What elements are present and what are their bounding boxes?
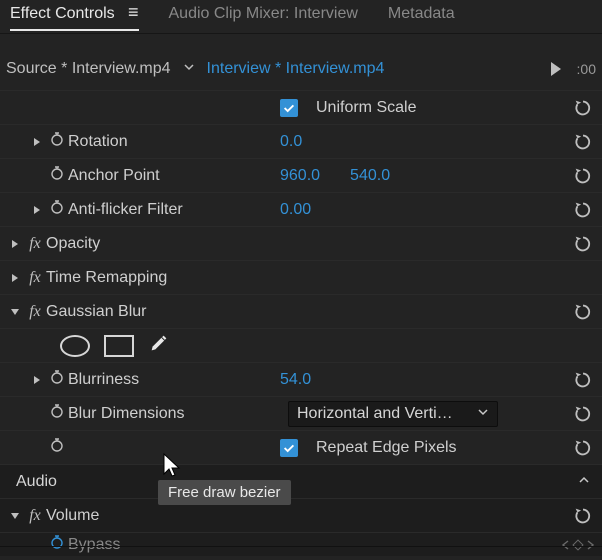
blurriness-stopwatch-icon[interactable] [46, 369, 68, 390]
timeline-start: :00 [577, 61, 596, 77]
blurdim-label: Blur Dimensions [68, 405, 184, 423]
blurriness-twisty[interactable] [28, 375, 46, 385]
audio-label: Audio [16, 473, 57, 491]
source-bar: Source * Interview.mp4 Interview * Inter… [0, 48, 602, 90]
volume-twisty[interactable] [6, 511, 24, 521]
reset-icon[interactable] [572, 301, 594, 323]
tab-effect-controls[interactable]: Effect Controls ≡ [10, 3, 139, 31]
fx-icon[interactable]: fx [24, 507, 46, 525]
prop-blur-dimensions: Blur Dimensions Horizontal and Verti… [0, 396, 602, 430]
mask-tools [0, 328, 602, 362]
repeat-edge-checkbox[interactable] [280, 439, 298, 457]
prop-anchor-point: Anchor Point 960.0 540.0 [0, 158, 602, 192]
chevron-down-icon [477, 405, 489, 423]
volume-label: Volume [46, 507, 99, 525]
reset-icon[interactable] [572, 437, 594, 459]
antiflicker-twisty[interactable] [28, 205, 46, 215]
effect-volume: fx Volume [0, 498, 602, 532]
mask-rectangle-icon[interactable] [104, 335, 134, 357]
audio-section-header[interactable]: Audio [0, 464, 602, 498]
rotation-value[interactable]: 0.0 [280, 133, 302, 151]
effect-gaussian-blur: fx Gaussian Blur [0, 294, 602, 328]
antiflicker-stopwatch-icon[interactable] [46, 199, 68, 220]
mask-pen-icon[interactable] [148, 332, 170, 359]
anchor-stopwatch-icon[interactable] [46, 165, 68, 186]
antiflicker-label: Anti-flicker Filter [68, 201, 183, 219]
reset-icon[interactable] [572, 403, 594, 425]
tab-label: Effect Controls [10, 5, 115, 22]
rotation-label: Rotation [68, 133, 128, 151]
prop-anti-flicker: Anti-flicker Filter 0.00 [0, 192, 602, 226]
source-clip-label: Source * Interview.mp4 [6, 60, 171, 78]
anchor-x[interactable]: 960.0 [280, 167, 320, 185]
repeat-edge-label: Repeat Edge Pixels [316, 439, 457, 457]
opacity-label: Opacity [46, 235, 100, 253]
anchor-label: Anchor Point [68, 167, 160, 185]
fx-icon[interactable]: fx [24, 269, 46, 287]
play-icon[interactable] [551, 62, 561, 76]
tab-audio-mixer[interactable]: Audio Clip Mixer: Interview [169, 5, 358, 29]
rotation-twisty[interactable] [28, 137, 46, 147]
sequence-clip-link[interactable]: Interview * Interview.mp4 [207, 60, 385, 78]
effect-list: Uniform Scale Rotation 0.0 Anchor Point … [0, 90, 602, 556]
horizontal-scrollbar[interactable] [0, 546, 602, 556]
reset-icon[interactable] [572, 199, 594, 221]
dropdown-value: Horizontal and Verti… [297, 405, 453, 423]
fx-icon[interactable]: fx [24, 303, 46, 321]
reset-icon[interactable] [572, 131, 594, 153]
reset-icon[interactable] [572, 369, 594, 391]
reset-icon[interactable] [572, 505, 594, 527]
fx-icon[interactable]: fx [24, 235, 46, 253]
opacity-twisty[interactable] [6, 239, 24, 249]
prop-blurriness: Blurriness 54.0 [0, 362, 602, 396]
blurdim-stopwatch-icon[interactable] [46, 403, 68, 424]
gaussian-label: Gaussian Blur [46, 303, 147, 321]
blurriness-value[interactable]: 54.0 [280, 371, 311, 389]
panel-tabs: Effect Controls ≡ Audio Clip Mixer: Inte… [0, 0, 602, 34]
effect-opacity: fx Opacity [0, 226, 602, 260]
collapse-up-icon[interactable] [578, 473, 590, 491]
reset-icon[interactable] [572, 97, 594, 119]
antiflicker-value[interactable]: 0.00 [280, 201, 311, 219]
reset-icon[interactable] [572, 233, 594, 255]
prop-repeat-edge: Repeat Edge Pixels [0, 430, 602, 464]
blur-dimensions-dropdown[interactable]: Horizontal and Verti… [288, 401, 498, 427]
prop-uniform-scale: Uniform Scale [0, 90, 602, 124]
timeremap-label: Time Remapping [46, 269, 167, 287]
effect-time-remapping: fx Time Remapping [0, 260, 602, 294]
reset-icon[interactable] [572, 165, 594, 187]
panel-menu-icon[interactable]: ≡ [128, 2, 139, 22]
source-dropdown-icon[interactable] [183, 60, 195, 78]
anchor-y[interactable]: 540.0 [350, 167, 390, 185]
repeat-stopwatch-icon[interactable] [46, 437, 68, 458]
timeremap-twisty[interactable] [6, 273, 24, 283]
tab-metadata[interactable]: Metadata [388, 5, 455, 29]
mask-ellipse-icon[interactable] [60, 335, 90, 357]
uniform-scale-label: Uniform Scale [316, 99, 416, 117]
rotation-stopwatch-icon[interactable] [46, 131, 68, 152]
blurriness-label: Blurriness [68, 371, 139, 389]
prop-rotation: Rotation 0.0 [0, 124, 602, 158]
uniform-scale-checkbox[interactable] [280, 99, 298, 117]
gaussian-twisty[interactable] [6, 307, 24, 317]
